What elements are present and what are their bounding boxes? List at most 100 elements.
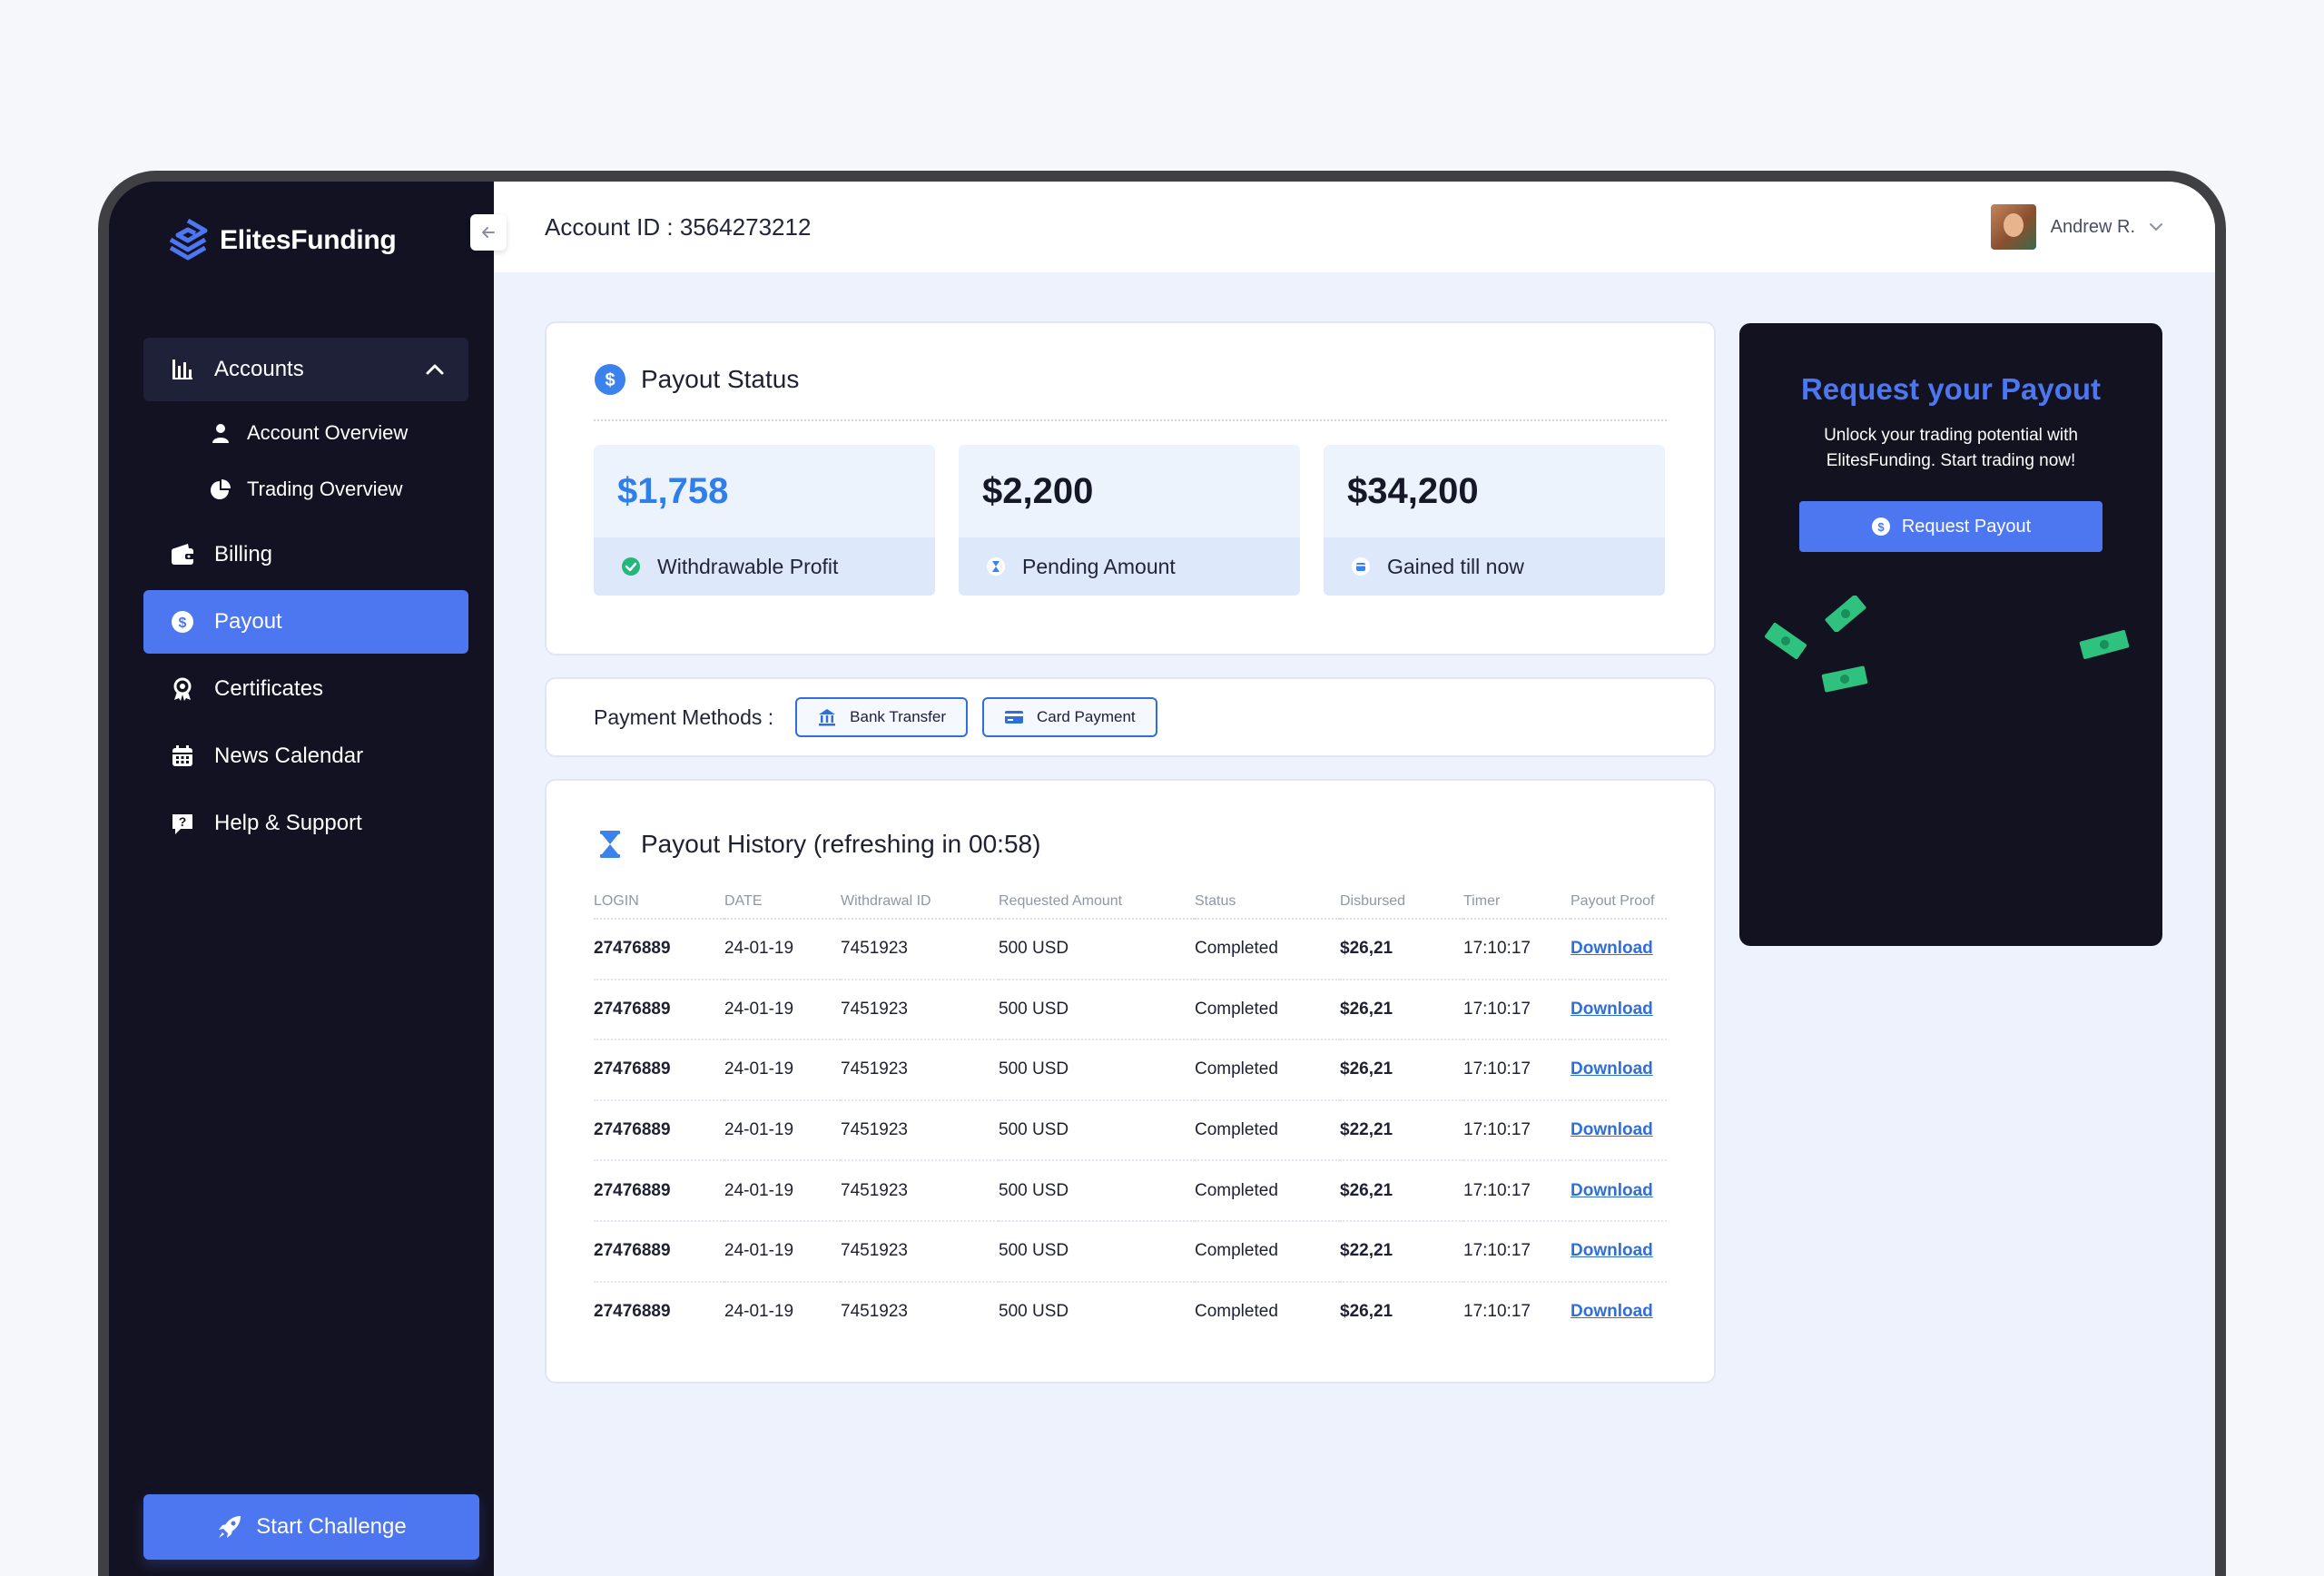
- user-menu[interactable]: Andrew R.: [1990, 204, 2164, 250]
- dollar-circle-icon: $: [1871, 517, 1890, 536]
- calendar-icon: [169, 743, 196, 770]
- table-row: 27476889 24-01-19 7451923 500 USD Completed $…: [594, 919, 1667, 980]
- sidebar-item-label: Help & Support: [214, 811, 362, 835]
- stat-label: Gained till now: [1387, 554, 1524, 578]
- sidebar-subitem-account-overview[interactable]: Account Overview: [143, 405, 468, 461]
- chevron-down-icon: [2150, 223, 2162, 231]
- request-payout-label: Request Payout: [1901, 516, 2032, 537]
- hourglass-icon: [987, 557, 1005, 576]
- status-cell: Completed: [1195, 1039, 1340, 1101]
- check-circle-icon: [622, 557, 640, 576]
- wallet-icon: [1352, 557, 1370, 576]
- money-bill-icon: [1825, 596, 1866, 632]
- download-link[interactable]: Download: [1571, 1000, 1653, 1019]
- start-challenge-button[interactable]: Start Challenge: [143, 1494, 479, 1560]
- status-cell: Completed: [1195, 1160, 1340, 1222]
- disbursed-cell: $26,21: [1340, 979, 1463, 1041]
- stat-label: Pending Amount: [1022, 554, 1176, 578]
- date-cell: 24-01-19: [724, 1160, 841, 1222]
- login-cell: 27476889: [594, 1160, 724, 1222]
- request-payout-button[interactable]: $ Request Payout: [1799, 501, 2102, 552]
- disbursed-cell: $26,21: [1340, 1160, 1463, 1222]
- collapse-sidebar-button[interactable]: [470, 214, 507, 251]
- hourglass-icon: [600, 831, 620, 858]
- sidebar-item-label: Certificates: [214, 676, 324, 701]
- account-id: Account ID : 3564273212: [545, 212, 812, 241]
- timer-cell: 17:10:17: [1463, 1039, 1571, 1101]
- payout-proof-cell: Download: [1571, 1160, 1667, 1222]
- top-bar: Account ID : 3564273212 Andrew R.: [494, 182, 2215, 272]
- login-cell: 27476889: [594, 1220, 724, 1283]
- brand-name: ElitesFunding: [220, 225, 397, 255]
- app-screen: ElitesFunding Accounts Account Overview: [109, 182, 2215, 1576]
- date-cell: 24-01-19: [724, 979, 841, 1041]
- requested-amount-cell: 500 USD: [999, 919, 1195, 980]
- sidebar-item-certificates[interactable]: Certificates: [143, 657, 468, 721]
- sidebar-item-label: Payout: [214, 609, 282, 634]
- column-header: Timer: [1463, 884, 1571, 920]
- divider: [594, 419, 1667, 421]
- sidebar-item-help-support[interactable]: ? Help & Support: [143, 792, 468, 855]
- payout-history-card: Payout History (refreshing in 00:58) LOG…: [545, 779, 1716, 1384]
- login-cell: 27476889: [594, 1099, 724, 1162]
- requested-amount-cell: 500 USD: [999, 1160, 1195, 1222]
- svg-text:$: $: [179, 616, 187, 631]
- bank-icon: [819, 709, 836, 726]
- login-cell: 27476889: [594, 1039, 724, 1101]
- arrow-left-icon: [482, 227, 495, 238]
- wallet-icon: [169, 541, 196, 568]
- sidebar-item-news-calendar[interactable]: News Calendar: [143, 724, 468, 788]
- requested-amount-cell: 500 USD: [999, 1039, 1195, 1101]
- disbursed-cell: $26,21: [1340, 919, 1463, 980]
- card-payment-button[interactable]: Card Payment: [981, 697, 1157, 737]
- payout-history-title: Payout History (refreshing in 00:58): [641, 830, 1041, 858]
- help-chat-icon: ?: [169, 810, 196, 837]
- column-header: LOGIN: [594, 884, 724, 920]
- payout-proof-cell: Download: [1571, 1099, 1667, 1162]
- withdrawal-id-cell: 7451923: [841, 1039, 999, 1101]
- withdrawal-id-cell: 7451923: [841, 919, 999, 980]
- withdrawal-id-cell: 7451923: [841, 1220, 999, 1283]
- dollar-circle-icon: $: [169, 608, 196, 635]
- dollar-circle-icon: $: [595, 364, 625, 395]
- payout-proof-cell: Download: [1571, 1220, 1667, 1283]
- money-bill-icon: [1821, 665, 1868, 693]
- payment-methods-card: Payment Methods : Bank Transfer Card Pay…: [545, 677, 1716, 757]
- date-cell: 24-01-19: [724, 1220, 841, 1283]
- request-payout-card: Request your Payout Unlock your trading …: [1739, 323, 2162, 946]
- stat-pending-amount: $2,200 Pending Amount: [959, 445, 1300, 596]
- sidebar-item-billing[interactable]: Billing: [143, 523, 468, 586]
- download-link[interactable]: Download: [1571, 1181, 1653, 1200]
- brand-logo[interactable]: ElitesFunding: [167, 214, 494, 267]
- bar-chart-icon: [169, 356, 196, 383]
- column-header: DATE: [724, 884, 841, 920]
- payout-proof-cell: Download: [1571, 919, 1667, 980]
- disbursed-cell: $26,21: [1340, 1039, 1463, 1101]
- main-content: Account ID : 3564273212 Andrew R. $ Payo…: [494, 182, 2215, 1576]
- start-challenge-label: Start Challenge: [256, 1514, 407, 1539]
- table-header-row: LOGIN DATE Withdrawal ID Requested Amoun…: [594, 884, 1667, 920]
- sidebar-subitem-trading-overview[interactable]: Trading Overview: [143, 461, 468, 517]
- money-bill-icon: [2079, 630, 2130, 659]
- rocket-icon: [219, 1516, 241, 1538]
- device-frame: ElitesFunding Accounts Account Overview: [98, 171, 2226, 1576]
- column-header: Status: [1195, 884, 1340, 920]
- svg-text:$: $: [1877, 520, 1885, 534]
- sidebar-item-accounts[interactable]: Accounts: [143, 338, 468, 401]
- timer-cell: 17:10:17: [1463, 919, 1571, 980]
- sidebar-item-label: Billing: [214, 542, 273, 566]
- download-link[interactable]: Download: [1571, 1302, 1653, 1321]
- money-bill-icon: [1765, 623, 1807, 659]
- sidebar-item-payout[interactable]: $ Payout: [143, 590, 468, 654]
- download-link[interactable]: Download: [1571, 1241, 1653, 1260]
- request-payout-subtitle: Unlock your trading potential with Elite…: [1739, 423, 2162, 474]
- download-link[interactable]: Download: [1571, 939, 1653, 958]
- payout-proof-cell: Download: [1571, 1039, 1667, 1101]
- download-link[interactable]: Download: [1571, 1120, 1653, 1139]
- stat-gained-till-now: $34,200 Gained till now: [1324, 445, 1665, 596]
- download-link[interactable]: Download: [1571, 1059, 1653, 1079]
- bank-transfer-button[interactable]: Bank Transfer: [795, 697, 968, 737]
- svg-text:?: ?: [179, 814, 187, 829]
- chevron-up-icon[interactable]: [425, 360, 445, 379]
- timer-cell: 17:10:17: [1463, 979, 1571, 1041]
